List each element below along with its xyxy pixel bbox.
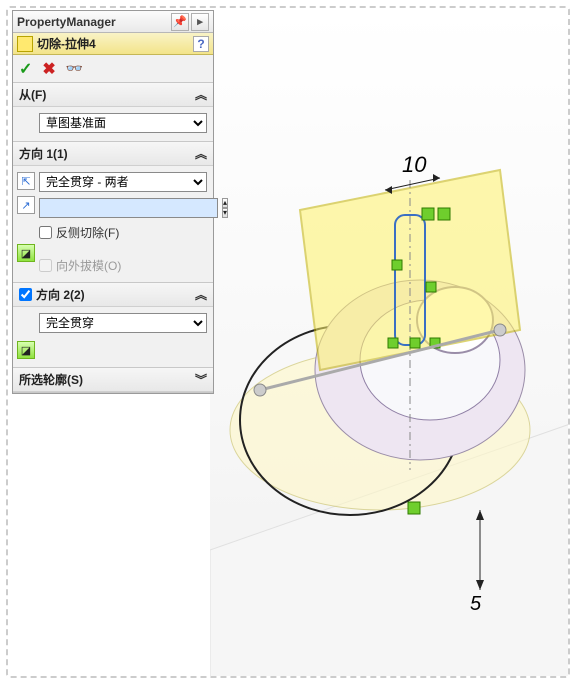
from-combo[interactable]: 草图基准面 [39,113,207,133]
dir2-enable-checkbox[interactable] [19,288,32,301]
cancel-button[interactable]: ✖ [42,59,55,79]
feature-name: 切除-拉伸4 [37,35,96,52]
section-contours: 所选轮廓(S) ︾ [13,368,213,393]
help-icon[interactable]: ? [193,36,209,52]
flip-side-input[interactable] [39,226,52,239]
draft-icon[interactable]: ◪ [17,244,35,262]
section-dir2-header[interactable]: 方向 2(2) ︽ [13,283,213,307]
pm-titlebar: PropertyManager 📌 ▸ [13,11,213,33]
draft-outward-input [39,259,52,272]
arrow-right-icon[interactable]: ▸ [191,13,209,31]
section-dir1-header[interactable]: 方向 1(1) ︽ [13,142,213,166]
property-manager-panel: PropertyManager 📌 ▸ 切除-拉伸4 ? ✓ ✖ 👓 从(F) … [12,10,214,394]
dir1-spinner[interactable]: ▴▾ [222,198,228,218]
draft-outward-checkbox: 向外拔模(O) [39,257,207,274]
section-from-title: 从(F) [19,86,46,103]
flip-side-label: 反侧切除(F) [56,224,119,241]
section-contours-title: 所选轮廓(S) [19,371,83,388]
action-row: ✓ ✖ 👓 [13,55,213,83]
draft-outward-label: 向外拔模(O) [56,257,121,274]
dimension-10: 10 [402,152,427,177]
dimension-5: 5 [470,593,482,615]
chevron-up-icon: ︽ [195,86,207,103]
pm-title-text: PropertyManager [17,15,116,29]
section-dir1: 方向 1(1) ︽ ⇱ ↗ ◪ 完全贯穿 - 两者 ▴▾ 反侧切除(F) [13,142,213,283]
ok-button[interactable]: ✓ [19,59,32,79]
section-dir2: 方向 2(2) ︽ ◪ 完全贯穿 [13,283,213,368]
chevron-up-icon: ︽ [195,286,207,303]
viewport-3d[interactable]: 10 5 [210,10,568,676]
direction-arrow-icon[interactable]: ↗ [17,196,35,214]
section-contours-header[interactable]: 所选轮廓(S) ︾ [13,368,213,392]
chevron-up-icon: ︽ [195,145,207,162]
feature-header: 切除-拉伸4 ? [13,33,213,55]
pushpin-icon[interactable]: 📌 [171,13,189,31]
preview-button[interactable]: 👓 [66,60,83,77]
dir2-end-condition[interactable]: 完全贯穿 [39,313,207,333]
dir1-distance-input[interactable] [39,198,218,218]
cut-extrude-icon [17,36,33,52]
section-from: 从(F) ︽ 草图基准面 [13,83,213,142]
chevron-down-icon: ︾ [195,371,207,388]
section-from-header[interactable]: 从(F) ︽ [13,83,213,107]
section-dir1-title: 方向 1(1) [19,145,68,162]
reverse-direction-icon[interactable]: ⇱ [17,172,35,190]
flip-side-checkbox[interactable]: 反侧切除(F) [39,224,207,241]
dir1-end-condition[interactable]: 完全贯穿 - 两者 [39,172,207,192]
section-dir2-title: 方向 2(2) [36,286,85,303]
draft2-icon[interactable]: ◪ [17,341,35,359]
